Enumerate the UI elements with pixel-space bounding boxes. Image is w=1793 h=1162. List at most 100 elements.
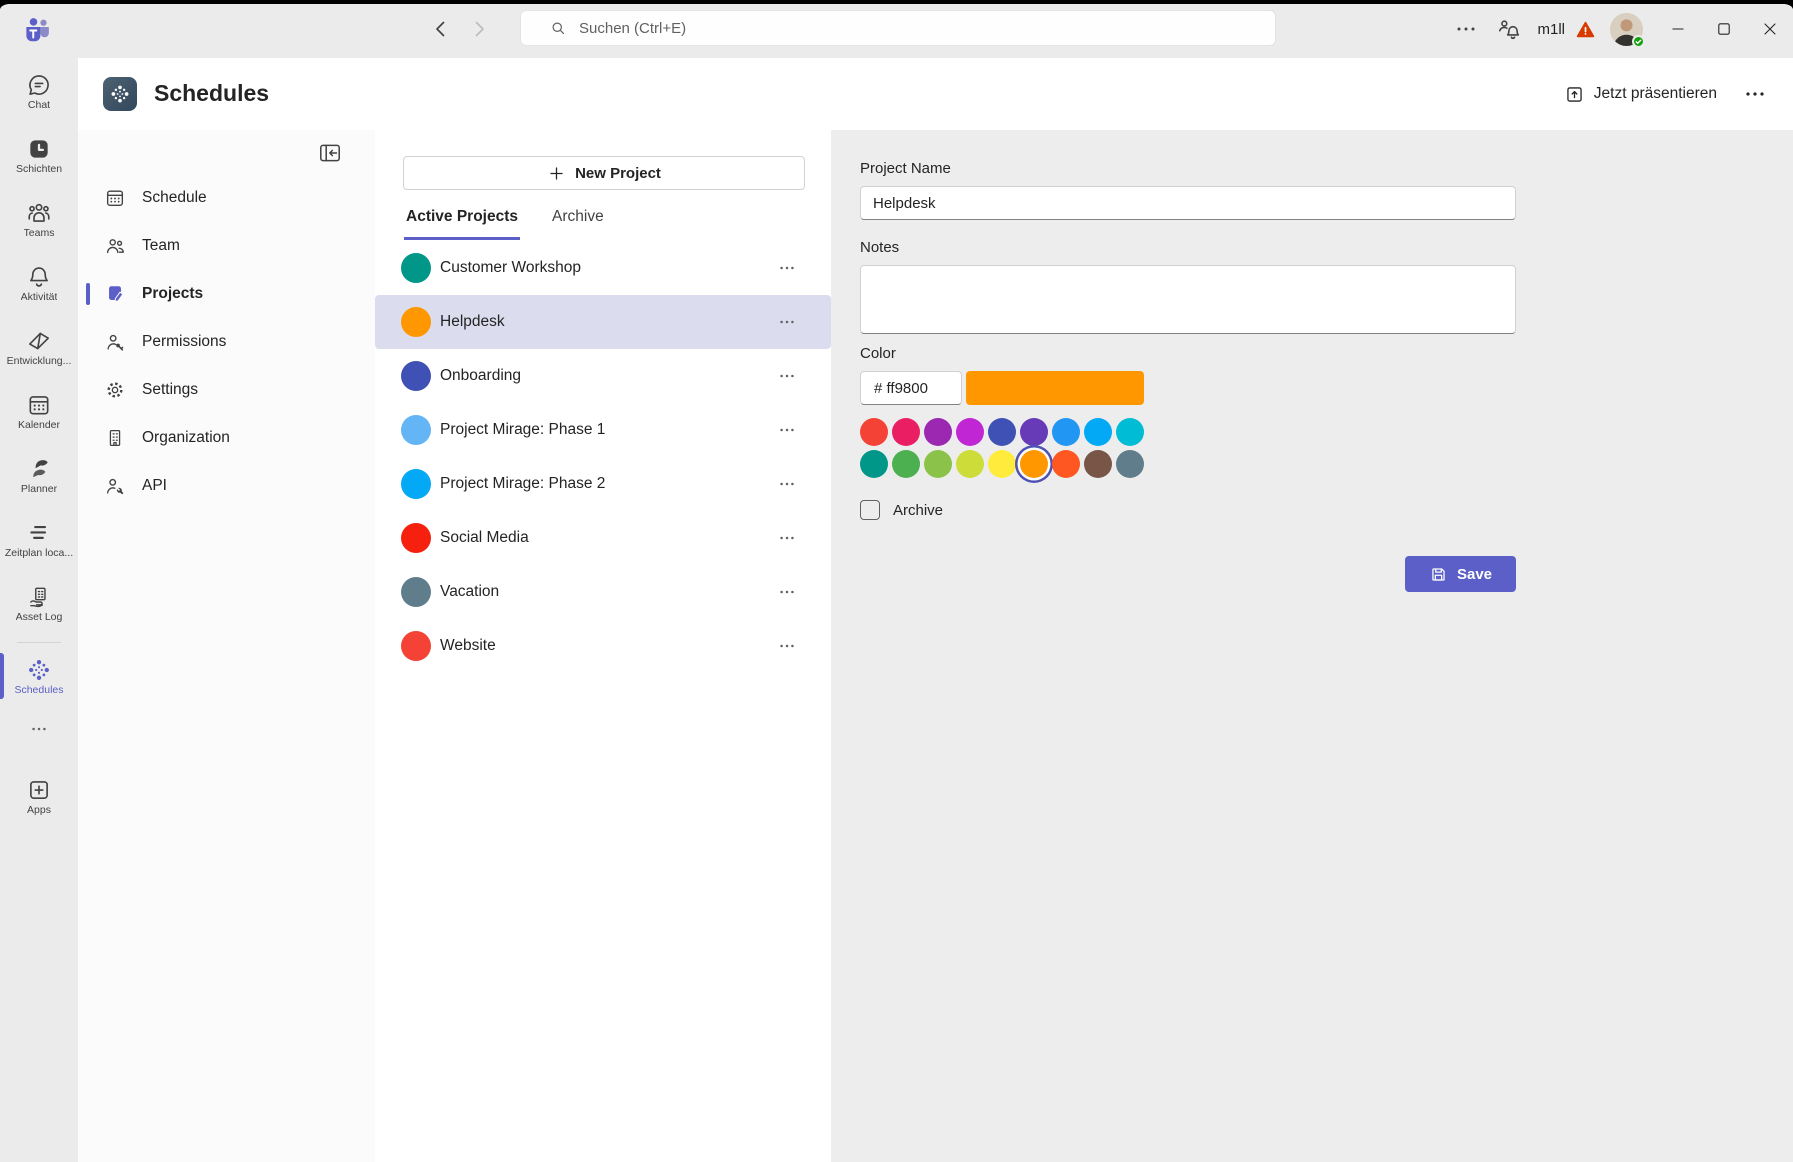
header-more-icon[interactable] [1743, 82, 1767, 106]
screenshot-stage: Suchen (Ctrl+E) m1ll [0, 0, 1793, 1162]
teams-logo-icon [22, 14, 52, 44]
people-icon [104, 235, 126, 257]
palette-color-swatch[interactable] [988, 450, 1016, 478]
project-row-social-media[interactable]: Social Media [375, 511, 831, 565]
rail-item-teams[interactable]: Teams [0, 190, 78, 254]
project-row-project-mirage-phase-1[interactable]: Project Mirage: Phase 1 [375, 403, 831, 457]
palette-color-swatch[interactable] [1020, 418, 1048, 446]
palette-color-swatch[interactable] [956, 450, 984, 478]
project-row-onboarding[interactable]: Onboarding [375, 349, 831, 403]
archive-checkbox[interactable] [860, 500, 880, 520]
maximize-button[interactable] [1701, 4, 1747, 54]
schedules-icon [26, 657, 52, 683]
sidebar-item-permissions[interactable]: Permissions [78, 318, 375, 366]
palette-color-swatch[interactable] [1020, 450, 1048, 478]
palette-color-swatch[interactable] [1116, 450, 1144, 478]
project-color-dot [401, 307, 431, 337]
sidebar-item-organization[interactable]: Organization [78, 414, 375, 462]
schedules-app-icon [103, 77, 137, 111]
rail-item-chat[interactable]: Chat [0, 62, 78, 126]
sidebar-item-settings[interactable]: Settings [78, 366, 375, 414]
project-row-website[interactable]: Website [375, 619, 831, 673]
project-more-icon[interactable] [777, 258, 797, 278]
sidebar-item-label: Permissions [142, 333, 226, 351]
hex-color-input[interactable]: # ff9800 [860, 371, 962, 405]
planner-icon [26, 456, 52, 482]
rail-item-asset-log[interactable]: Asset Log [0, 574, 78, 638]
rail-item-schedules[interactable]: Schedules [0, 647, 78, 711]
project-color-dot [401, 577, 431, 607]
app-rail: ChatSchichtenTeamsAktivität Entwicklung..… [0, 58, 78, 1162]
palette-color-swatch[interactable] [956, 418, 984, 446]
forward-icon[interactable] [467, 17, 491, 41]
palette-color-swatch[interactable] [1084, 450, 1112, 478]
rail-item-aktivit-t[interactable]: Aktivität [0, 254, 78, 318]
palette-color-swatch[interactable] [860, 418, 888, 446]
sidebar-item-schedule[interactable]: Schedule [78, 174, 375, 222]
calendar-icon [104, 187, 126, 209]
project-name-input[interactable] [860, 186, 1516, 220]
project-more-icon[interactable] [777, 312, 797, 332]
project-more-icon[interactable] [777, 636, 797, 656]
project-more-icon[interactable] [777, 420, 797, 440]
project-name: Website [440, 637, 496, 655]
rail-item-entwicklung[interactable]: Entwicklung... [0, 318, 78, 382]
rail-item-apps[interactable]: Apps [0, 767, 78, 831]
palette-color-swatch[interactable] [924, 418, 952, 446]
present-label: Jetzt präsentieren [1594, 85, 1717, 103]
rail-item-label: Entwicklung... [7, 355, 72, 368]
present-now-button[interactable]: Jetzt präsentieren [1564, 78, 1717, 110]
rail-item-schichten[interactable]: Schichten [0, 126, 78, 190]
building-icon [104, 427, 126, 449]
account-name[interactable]: m1ll [1537, 21, 1565, 38]
titlebar-more-icon[interactable] [1454, 17, 1478, 41]
palette-color-swatch[interactable] [1116, 418, 1144, 446]
project-row-helpdesk[interactable]: Helpdesk [375, 295, 831, 349]
palette-color-swatch[interactable] [1052, 418, 1080, 446]
project-color-dot [401, 469, 431, 499]
palette-color-swatch[interactable] [1052, 450, 1080, 478]
notes-input[interactable] [860, 265, 1516, 334]
rail-item-zeitplan-loca[interactable]: Zeitplan loca... [0, 510, 78, 574]
rail-item-label: Zeitplan loca... [5, 547, 73, 560]
palette-color-swatch[interactable] [892, 450, 920, 478]
warning-icon[interactable] [1575, 19, 1596, 40]
tab-archive[interactable]: Archive [550, 200, 606, 240]
rail-item-planner[interactable]: Planner [0, 446, 78, 510]
rail-item-label: Schedules [14, 684, 63, 697]
new-project-button[interactable]: New Project [403, 156, 805, 190]
close-button[interactable] [1747, 4, 1793, 54]
project-row-customer-workshop[interactable]: Customer Workshop [375, 241, 831, 295]
palette-color-swatch[interactable] [892, 418, 920, 446]
titlebar: Suchen (Ctrl+E) m1ll [0, 4, 1793, 54]
sidebar-item-api[interactable]: API [78, 462, 375, 510]
tab-label: Active Projects [406, 208, 518, 225]
avatar[interactable] [1610, 13, 1643, 46]
minimize-button[interactable] [1655, 4, 1701, 54]
project-row-project-mirage-phase-2[interactable]: Project Mirage: Phase 2 [375, 457, 831, 511]
project-more-icon[interactable] [777, 474, 797, 494]
palette-color-swatch[interactable] [988, 418, 1016, 446]
tab-active-projects[interactable]: Active Projects [404, 200, 520, 240]
project-row-vacation[interactable]: Vacation [375, 565, 831, 619]
palette-row-2 [860, 450, 1144, 478]
sidebar-item-label: Schedule [142, 189, 207, 207]
palette-color-swatch[interactable] [924, 450, 952, 478]
sidebar-item-projects[interactable]: Projects [78, 270, 375, 318]
project-more-icon[interactable] [777, 582, 797, 602]
rail-item-kalender[interactable]: Kalender [0, 382, 78, 446]
collapse-sidebar-button[interactable] [317, 140, 343, 166]
back-icon[interactable] [429, 17, 453, 41]
sidebar-item-label: Team [142, 237, 180, 255]
project-more-icon[interactable] [777, 528, 797, 548]
palette-color-swatch[interactable] [860, 450, 888, 478]
sidebar-item-team[interactable]: Team [78, 222, 375, 270]
project-more-icon[interactable] [777, 366, 797, 386]
hex-value: # ff9800 [874, 380, 928, 397]
notification-bell-icon[interactable] [1496, 17, 1521, 42]
search-input[interactable]: Suchen (Ctrl+E) [520, 10, 1276, 46]
palette-color-swatch[interactable] [1084, 418, 1112, 446]
rail-more-icon[interactable] [0, 711, 78, 747]
project-name-label: Project Name [860, 160, 951, 177]
save-button[interactable]: Save [1405, 556, 1516, 592]
